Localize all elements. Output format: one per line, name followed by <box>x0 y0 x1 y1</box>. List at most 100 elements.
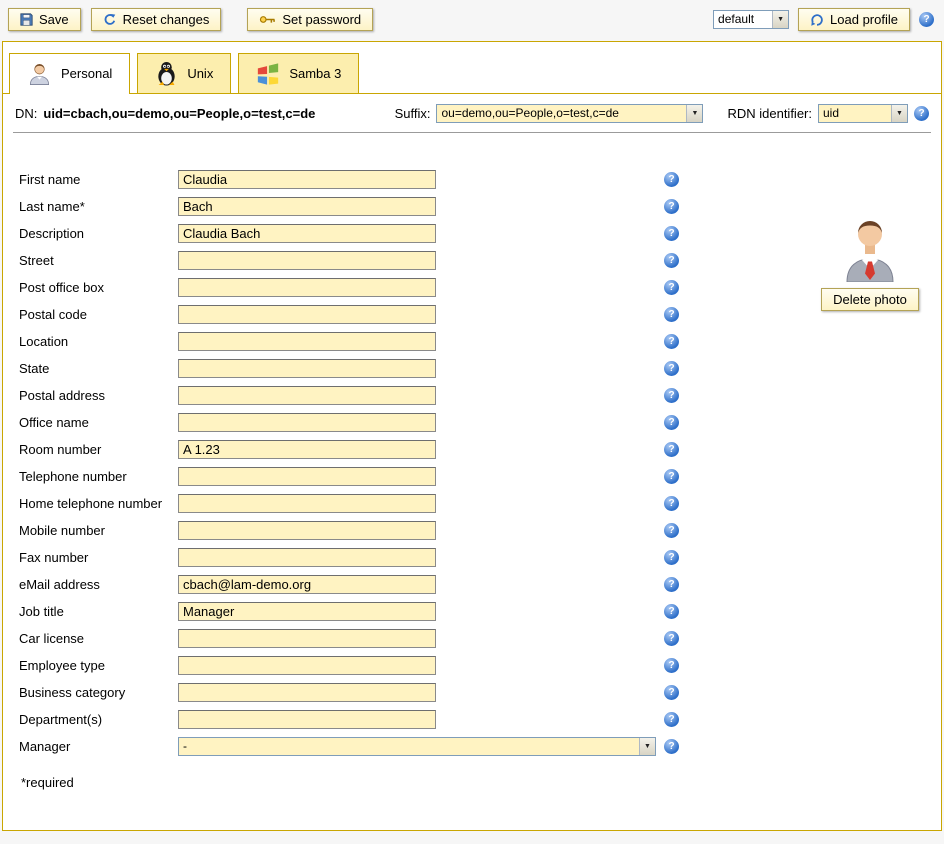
form-row: Mobile number ? <box>19 520 941 541</box>
tab-unix[interactable]: Unix <box>137 53 231 93</box>
field-label: Telephone number <box>19 469 178 484</box>
field-label: Last name* <box>19 199 178 214</box>
field-label: Job title <box>19 604 178 619</box>
delete-photo-label: Delete photo <box>833 292 907 307</box>
field-label: Post office box <box>19 280 178 295</box>
field-input[interactable] <box>178 629 436 648</box>
field-input[interactable] <box>178 224 436 243</box>
help-icon[interactable]: ? <box>664 361 679 376</box>
delete-photo-button[interactable]: Delete photo <box>821 288 919 311</box>
field-label: Business category <box>19 685 178 700</box>
field-wrap <box>178 656 664 675</box>
field-input[interactable] <box>178 467 436 486</box>
help-icon[interactable]: ? <box>664 307 679 322</box>
help-icon[interactable]: ? <box>664 685 679 700</box>
help-icon-toolbar[interactable]: ? <box>919 12 934 27</box>
help-icon[interactable]: ? <box>664 442 679 457</box>
field-input[interactable] <box>178 575 436 594</box>
load-profile-label: Load profile <box>830 12 898 27</box>
load-profile-button[interactable]: Load profile <box>798 8 910 31</box>
help-icon[interactable]: ? <box>664 415 679 430</box>
help-icon[interactable]: ? <box>664 577 679 592</box>
field-input[interactable] <box>178 440 436 459</box>
set-password-label: Set password <box>282 12 361 27</box>
tab-unix-label: Unix <box>187 66 213 81</box>
field-label: Location <box>19 334 178 349</box>
help-icon[interactable]: ? <box>664 226 679 241</box>
help-icon[interactable]: ? <box>664 712 679 727</box>
field-label: Employee type <box>19 658 178 673</box>
field-input[interactable] <box>178 305 436 324</box>
field-label: Home telephone number <box>19 496 178 511</box>
dn-bar: DN: uid=cbach,ou=demo,ou=People,o=test,c… <box>3 94 941 132</box>
rdn-identifier-select[interactable]: uid ▼ <box>818 104 908 123</box>
help-icon[interactable]: ? <box>664 496 679 511</box>
form-row: Street ? <box>19 250 941 271</box>
help-icon[interactable]: ? <box>664 334 679 349</box>
form-row: Car license ? <box>19 628 941 649</box>
field-wrap <box>178 548 664 567</box>
field-wrap <box>178 521 664 540</box>
tab-bar: Personal Unix Samba 3 <box>3 42 941 94</box>
field-group: Telephone number ? Home telephone number… <box>19 466 941 595</box>
field-wrap <box>178 467 664 486</box>
field-input[interactable] <box>178 710 436 729</box>
tab-samba3[interactable]: Samba 3 <box>238 53 359 93</box>
field-label: Postal code <box>19 307 178 322</box>
save-button[interactable]: Save <box>8 8 81 31</box>
form-row: First name ? <box>19 169 941 190</box>
help-icon[interactable]: ? <box>664 280 679 295</box>
field-input[interactable] <box>178 332 436 351</box>
user-photo <box>843 218 897 285</box>
form-row: Business category ? <box>19 682 941 703</box>
field-input[interactable] <box>178 197 436 216</box>
form-row: Home telephone number ? <box>19 493 941 514</box>
suffix-select[interactable]: ou=demo,ou=People,o=test,c=de ▼ <box>436 104 703 123</box>
help-icon[interactable]: ? <box>664 199 679 214</box>
field-label: Postal address <box>19 388 178 403</box>
field-wrap <box>178 413 664 432</box>
field-input[interactable] <box>178 656 436 675</box>
manager-select[interactable]: -▼ <box>178 737 656 756</box>
form-row: Job title ? <box>19 601 941 622</box>
help-icon[interactable]: ? <box>664 388 679 403</box>
help-icon[interactable]: ? <box>664 604 679 619</box>
reset-changes-button[interactable]: Reset changes <box>91 8 222 31</box>
field-input[interactable] <box>178 602 436 621</box>
help-icon[interactable]: ? <box>664 739 679 754</box>
help-icon-rdn[interactable]: ? <box>914 106 929 121</box>
help-icon[interactable]: ? <box>664 658 679 673</box>
help-icon[interactable]: ? <box>664 469 679 484</box>
field-input[interactable] <box>178 251 436 270</box>
profile-select[interactable]: default ▼ <box>713 10 789 29</box>
field-label: Mobile number <box>19 523 178 538</box>
form-row: Location ? <box>19 331 941 352</box>
field-wrap <box>178 305 664 324</box>
field-input[interactable] <box>178 359 436 378</box>
help-icon[interactable]: ? <box>664 523 679 538</box>
reset-icon <box>103 13 117 26</box>
field-input[interactable] <box>178 494 436 513</box>
field-wrap <box>178 440 664 459</box>
toolbar-right: default ▼ Load profile ? <box>713 8 934 31</box>
person-icon <box>27 61 52 86</box>
field-input[interactable] <box>178 413 436 432</box>
field-input[interactable] <box>178 521 436 540</box>
help-icon[interactable]: ? <box>664 172 679 187</box>
help-icon[interactable]: ? <box>664 253 679 268</box>
tab-personal[interactable]: Personal <box>9 53 130 94</box>
form-row: Room number ? <box>19 439 941 460</box>
tux-penguin-icon <box>155 61 178 86</box>
help-icon[interactable]: ? <box>664 631 679 646</box>
set-password-button[interactable]: Set password <box>247 8 373 31</box>
field-input[interactable] <box>178 683 436 702</box>
field-input[interactable] <box>178 548 436 567</box>
account-edit-panel: Personal Unix Samba 3 DN: uid=cbach,ou=d… <box>2 41 942 831</box>
help-icon[interactable]: ? <box>664 550 679 565</box>
field-input[interactable] <box>178 386 436 405</box>
field-wrap <box>178 494 664 513</box>
field-input[interactable] <box>178 278 436 297</box>
form-row: Description ? <box>19 223 941 244</box>
field-group: Job title ? Car license ? Employee type … <box>19 601 941 757</box>
field-input[interactable] <box>178 170 436 189</box>
